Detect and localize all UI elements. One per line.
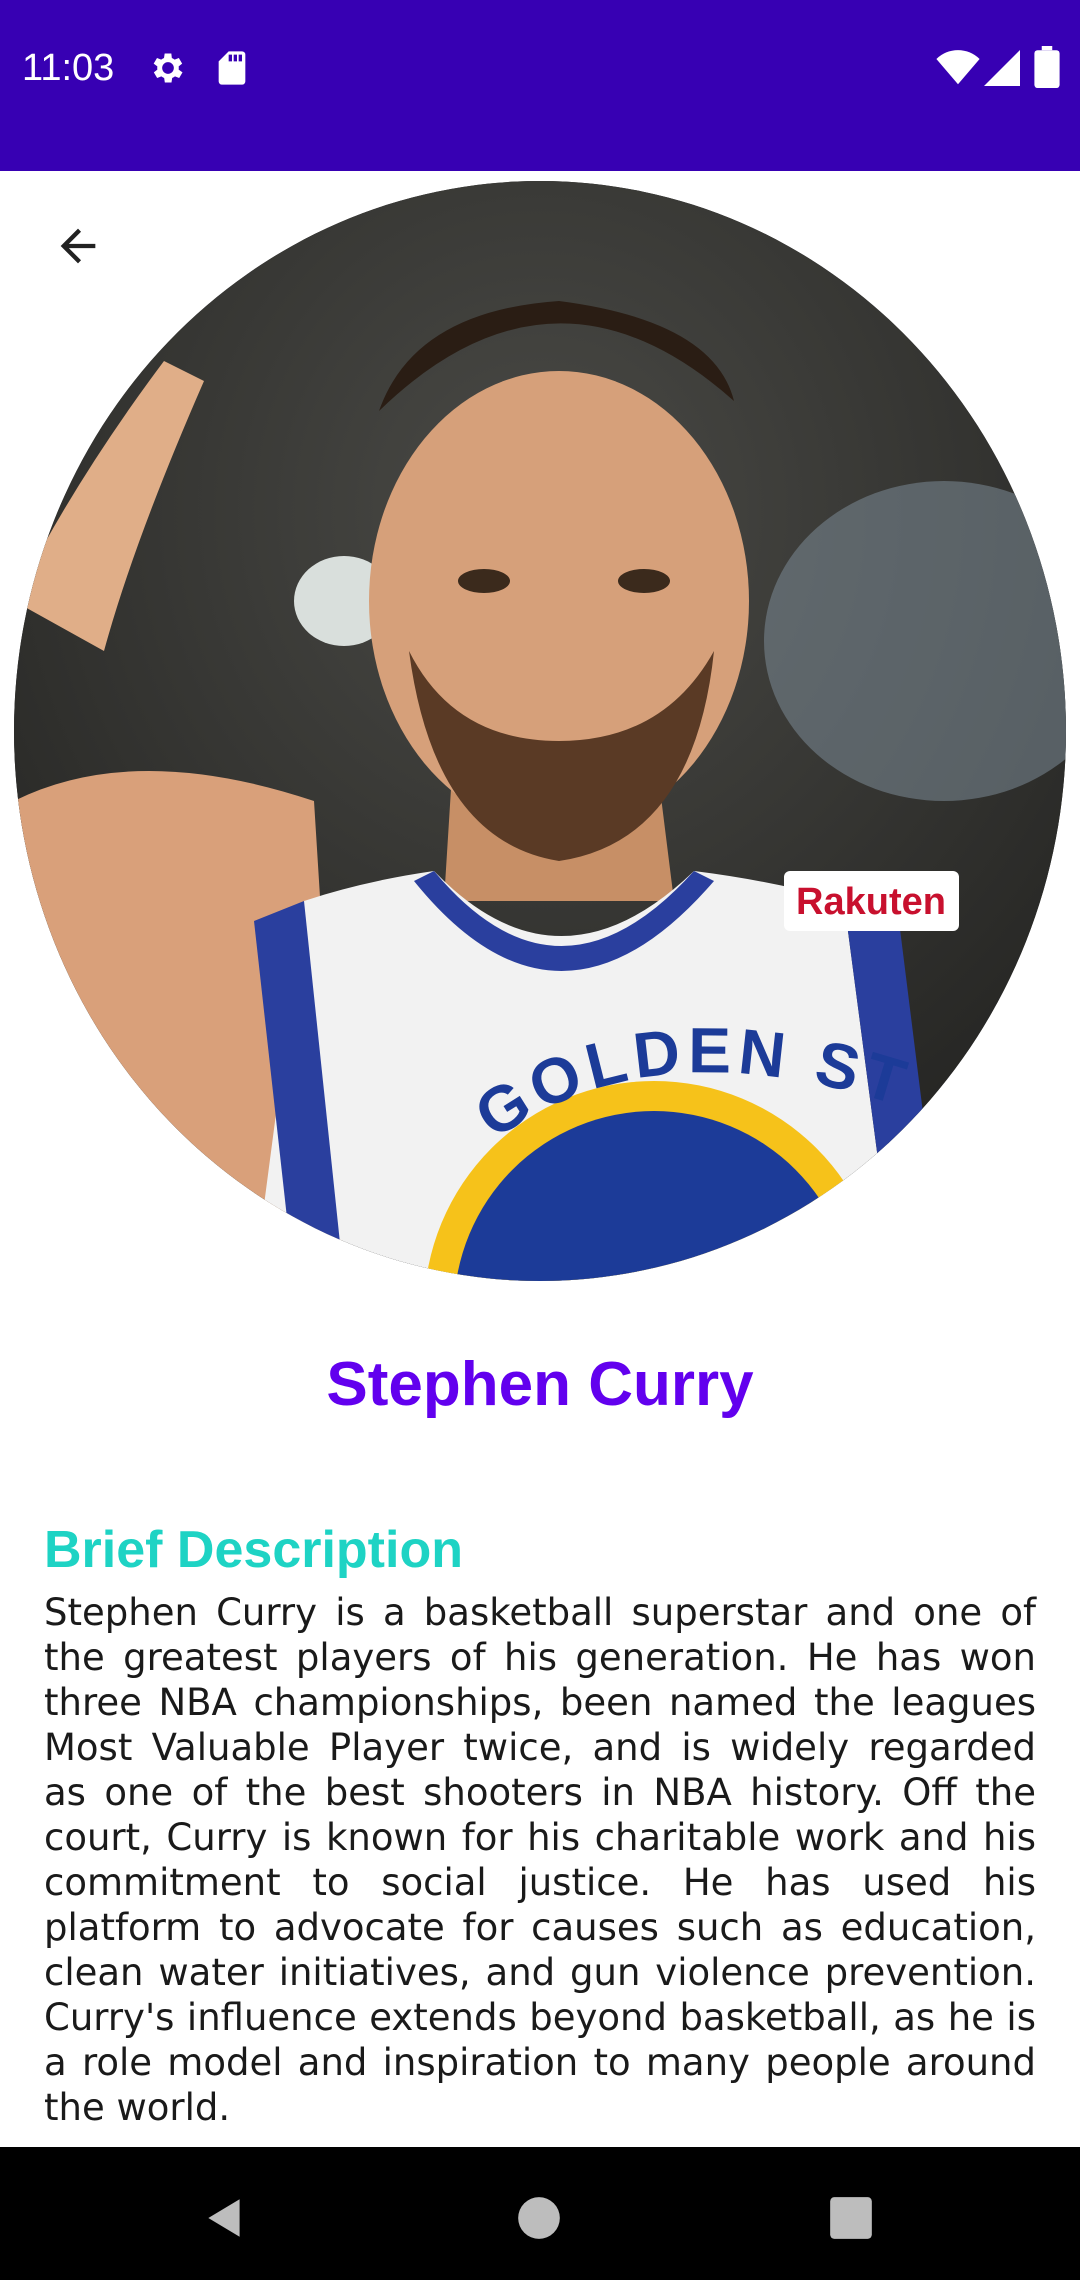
description-heading: Brief Description (44, 1521, 463, 1579)
signal-icon (984, 50, 1020, 86)
back-button[interactable] (40, 208, 116, 284)
gear-icon (153, 53, 183, 83)
player-photo: Rakuten GOLDEN STATE (14, 181, 1066, 1281)
sd-card-icon (218, 51, 246, 85)
status-time: 11:03 (22, 47, 115, 89)
nav-back-icon[interactable] (200, 2193, 250, 2243)
status-bar: 11:03 (0, 0, 1080, 171)
arrow-left-icon (60, 228, 96, 264)
nav-recents-icon[interactable] (826, 2193, 876, 2243)
navigation-bar (0, 2147, 1080, 2280)
jersey-sponsor: Rakuten (796, 881, 946, 923)
description-body: Stephen Curry is a basketball superstar … (44, 1591, 1036, 2129)
player-name: Stephen Curry (326, 1350, 754, 1419)
battery-icon (1034, 46, 1060, 88)
nav-home-icon[interactable] (514, 2193, 564, 2243)
wifi-icon (936, 50, 980, 85)
